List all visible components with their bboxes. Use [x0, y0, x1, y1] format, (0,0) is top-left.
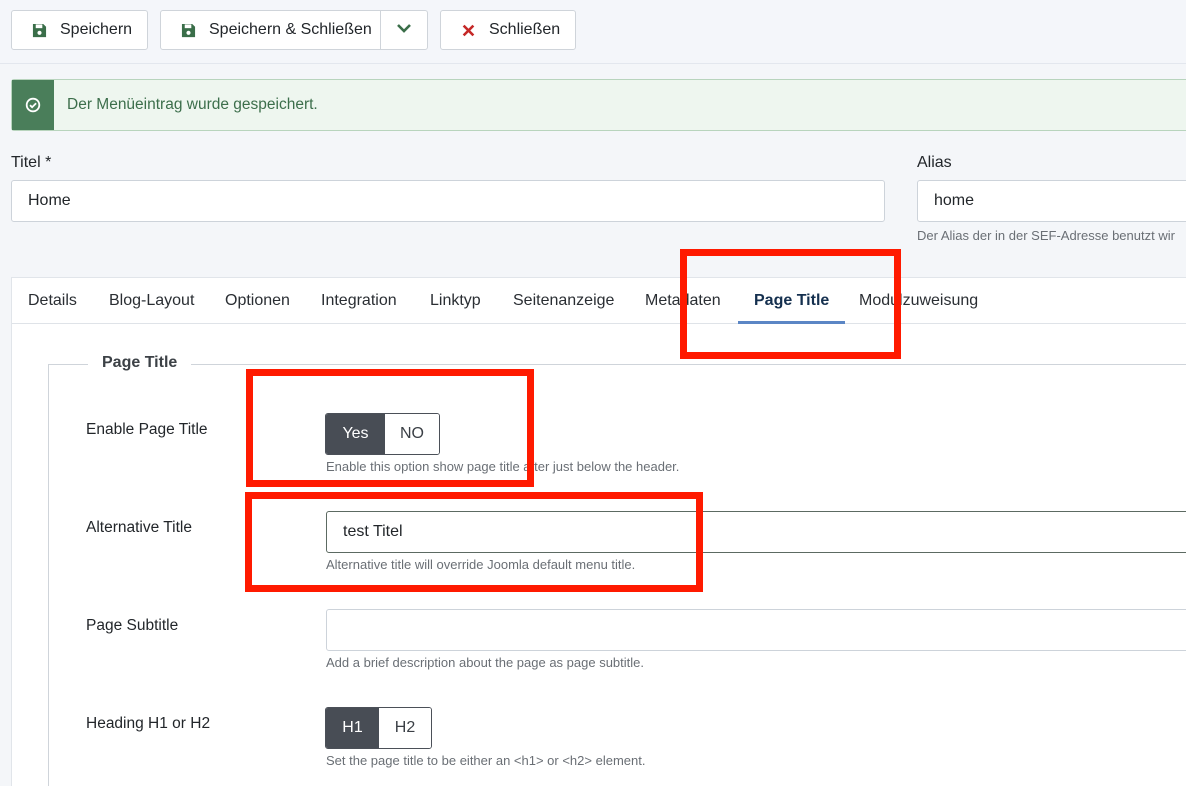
enable-page-title-label: Enable Page Title — [86, 421, 208, 438]
heading-h2-option[interactable]: H2 — [379, 708, 431, 748]
highlight-box-tab — [680, 249, 901, 359]
highlight-box-alt-title — [245, 492, 703, 592]
page-subtitle-hint: Add a brief description about the page a… — [326, 655, 644, 670]
heading-label: Heading H1 or H2 — [86, 715, 211, 732]
close-button[interactable]: Schließen — [440, 10, 576, 50]
tab-blog-layout[interactable]: Blog-Layout — [109, 278, 194, 323]
alias-label: Alias — [917, 154, 952, 171]
tab-bar: Details Blog-Layout Optionen Integration… — [12, 278, 1186, 324]
heading-h1-option[interactable]: H1 — [326, 708, 379, 748]
chevron-down-icon — [396, 21, 412, 39]
close-icon — [459, 21, 477, 39]
save-options-dropdown-button[interactable] — [380, 10, 428, 50]
tab-seitenanzeige[interactable]: Seitenanzeige — [513, 278, 614, 323]
tab-optionen[interactable]: Optionen — [225, 278, 290, 323]
alias-hint: Der Alias der in der SEF-Adresse benutzt… — [917, 228, 1175, 243]
success-alert: Der Menüeintrag wurde gespeichert. — [11, 79, 1186, 131]
tab-linktyp[interactable]: Linktyp — [430, 278, 481, 323]
tab-integration[interactable]: Integration — [321, 278, 397, 323]
title-input[interactable]: Home — [11, 180, 885, 222]
highlight-box-toggle — [246, 369, 534, 487]
fieldset-legend: Page Title — [88, 354, 192, 372]
alternative-title-label: Alternative Title — [86, 519, 192, 536]
save-button-label: Speichern — [60, 21, 133, 38]
save-and-close-label: Speichern & Schließen — [209, 21, 372, 38]
alert-message: Der Menüeintrag wurde gespeichert. — [67, 96, 318, 113]
title-label: Titel * — [11, 154, 52, 171]
close-button-label: Schließen — [489, 21, 561, 38]
alias-input[interactable]: home — [917, 180, 1186, 222]
save-icon — [30, 21, 48, 39]
heading-hint: Set the page title to be either an <h1> … — [326, 753, 646, 768]
toolbar: Speichern Speichern & Schließen Schließe… — [0, 0, 1186, 64]
save-and-close-button[interactable]: Speichern & Schließen — [160, 10, 381, 50]
page-subtitle-label: Page Subtitle — [86, 617, 179, 634]
page-subtitle-input[interactable] — [326, 609, 1186, 651]
save-icon — [179, 21, 197, 39]
tab-details[interactable]: Details — [28, 278, 77, 323]
check-circle-icon — [12, 80, 54, 130]
heading-toggle: H1 H2 — [325, 707, 432, 749]
save-button[interactable]: Speichern — [11, 10, 148, 50]
